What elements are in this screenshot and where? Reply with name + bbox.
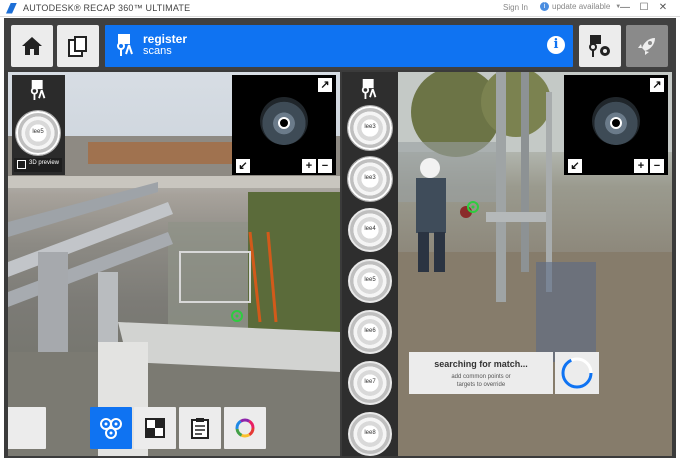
color-wheel-icon — [235, 418, 255, 438]
color-mode-button[interactable] — [224, 407, 266, 449]
right-minimap[interactable]: ↗ ↙ + − — [564, 75, 668, 175]
sign-in-link[interactable]: Sign In — [503, 3, 528, 12]
autodesk-logo-icon — [6, 2, 17, 14]
match-status-panel: searching for match... add common points… — [409, 352, 553, 394]
match-progress — [555, 352, 599, 394]
home-button[interactable] — [11, 25, 53, 67]
register-pin-icon — [117, 34, 133, 56]
scan-location-icon — [361, 79, 377, 99]
scan-thumbnail[interactable]: lee7 — [348, 361, 392, 405]
update-info-icon: i — [540, 2, 549, 11]
collapse-icon[interactable]: ↙ — [236, 159, 250, 173]
register-settings-button[interactable] — [579, 25, 621, 67]
zoom-in-button[interactable]: + — [634, 159, 648, 173]
left-scan-panorama[interactable]: lee5 3D preview ↗ ↙ + − — [8, 72, 340, 456]
maximize-button[interactable]: ☐ — [637, 1, 651, 15]
banner-title: register — [143, 32, 188, 46]
banner-subtitle: scans — [143, 45, 172, 57]
scan-strip: lee3 lee3 lee4 lee5 lee6 lee7 lee8 — [342, 72, 398, 456]
scan-thumbnail-label: lee3 — [364, 124, 376, 130]
expand-icon[interactable]: ↗ — [318, 78, 332, 92]
zoom-out-button[interactable]: − — [318, 159, 332, 173]
zoom-out-button[interactable]: − — [650, 159, 664, 173]
match-status-title: searching for match... — [434, 359, 528, 369]
register-settings-icon — [589, 35, 610, 57]
home-icon — [22, 37, 42, 55]
title-bar: AUTODESK® RECAP 360™ ULTIMATE Sign In i … — [0, 0, 680, 17]
left-minimap[interactable]: ↗ ↙ + − — [232, 75, 336, 175]
scan-thumbnail[interactable]: lee8 — [348, 412, 392, 456]
cube-icon — [17, 160, 26, 169]
checker-view-button[interactable] — [134, 407, 176, 449]
info-icon[interactable]: i — [547, 36, 565, 54]
scan-thumbnail-label: lee5 — [364, 277, 376, 283]
tool-button-blank[interactable] — [8, 407, 46, 449]
minimap-position-icon — [278, 117, 290, 129]
launch-button[interactable] — [626, 25, 668, 67]
register-scans-banner: register scans i — [105, 25, 573, 67]
close-button[interactable]: ✕ — [656, 1, 670, 15]
scan-thumbnail-label: lee6 — [364, 328, 376, 334]
rocket-icon — [638, 38, 655, 55]
clipboard-icon — [191, 418, 209, 439]
match-status-hint: add common points or targets to override — [409, 373, 553, 389]
loading-spinner-icon — [561, 357, 593, 389]
top-toolbar: register scans i — [4, 18, 676, 70]
report-button[interactable] — [179, 407, 221, 449]
scan-thumbnail[interactable]: lee3 — [348, 106, 392, 150]
auto-register-button[interactable] — [90, 407, 132, 449]
minimize-button[interactable]: — — [618, 1, 632, 15]
scan-thumbnail[interactable]: lee5 — [348, 259, 392, 303]
documents-icon — [68, 36, 87, 57]
update-available-label: update available — [552, 2, 611, 11]
checkerboard-icon — [145, 418, 165, 438]
scan-thumbnail[interactable]: lee6 — [348, 310, 392, 354]
zoom-in-button[interactable]: + — [302, 159, 316, 173]
scan-thumbnail[interactable]: lee4 — [348, 208, 392, 252]
projects-button[interactable] — [57, 25, 99, 67]
3d-preview-label: 3D preview — [29, 160, 60, 166]
collapse-icon[interactable]: ↙ — [568, 159, 582, 173]
target-points-icon — [100, 418, 122, 439]
recap-app: register scans i lee5 3D preview ↗ ↙ + −… — [4, 18, 676, 458]
update-available-link[interactable]: i update available ▼ — [540, 2, 621, 11]
expand-icon[interactable]: ↗ — [650, 78, 664, 92]
scan-thumbnail-label: lee7 — [364, 379, 376, 385]
minimap-position-icon — [610, 117, 622, 129]
scan-thumbnail-label: lee4 — [364, 226, 376, 232]
match-hint-line-1: add common points or — [451, 374, 511, 380]
match-hint-line-2: targets to override — [456, 382, 506, 388]
scan-thumbnail-label: lee8 — [364, 430, 376, 436]
current-scan-thumbnail[interactable]: lee5 — [16, 111, 60, 155]
thumb-label: lee5 — [32, 129, 44, 135]
3d-preview-button[interactable]: 3D preview — [14, 158, 62, 172]
scan-location-icon — [30, 80, 46, 100]
scan-thumbnail[interactable]: lee3 — [348, 157, 392, 201]
scan-thumbnail-label: lee3 — [364, 175, 376, 181]
window-title: AUTODESK® RECAP 360™ ULTIMATE — [23, 3, 191, 13]
